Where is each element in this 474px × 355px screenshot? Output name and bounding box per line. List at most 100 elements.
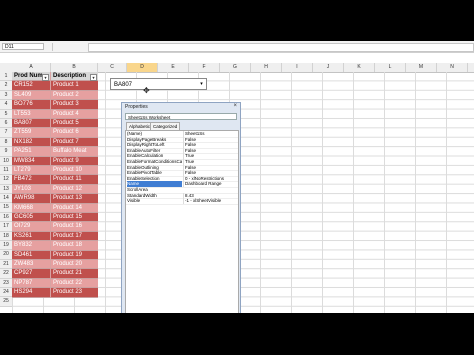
prod-num-cell[interactable]: BA807 bbox=[12, 119, 51, 129]
prod-num-cell[interactable]: MW834 bbox=[12, 156, 51, 166]
column-header-d[interactable]: D bbox=[127, 63, 158, 72]
prod-num-cell[interactable]: GC605 bbox=[12, 213, 51, 223]
description-cell[interactable]: Product 11 bbox=[51, 175, 98, 185]
prod-num-cell[interactable]: CR152 bbox=[12, 81, 51, 91]
row-header[interactable]: 4 bbox=[0, 100, 12, 110]
properties-grid[interactable]: (Name) Sheet1Ss DisplayPageBreaks False Disp… bbox=[125, 130, 239, 313]
column-header-i[interactable]: I bbox=[282, 63, 313, 72]
description-cell[interactable]: Product 13 bbox=[51, 194, 98, 204]
row-header[interactable]: 9 bbox=[0, 147, 12, 157]
prod-num-cell[interactable]: KM668 bbox=[12, 203, 51, 213]
row-header[interactable]: 15 bbox=[0, 203, 12, 213]
filter-dropdown-icon[interactable]: ▾ bbox=[90, 74, 97, 81]
row-header[interactable]: 22 bbox=[0, 269, 12, 279]
row-header[interactable]: 3 bbox=[0, 90, 12, 101]
prod-num-cell[interactable]: AWR98 bbox=[12, 194, 51, 204]
name-box[interactable]: D11 bbox=[2, 43, 44, 50]
prod-num-cell[interactable]: SL409 bbox=[12, 90, 51, 101]
filter-dropdown-icon[interactable]: ▾ bbox=[42, 74, 49, 81]
column-header-m[interactable]: M bbox=[406, 63, 437, 72]
row-header[interactable]: 24 bbox=[0, 287, 12, 298]
row-header[interactable]: 16 bbox=[0, 212, 12, 223]
description-cell[interactable]: Product 7 bbox=[51, 137, 98, 148]
description-cell[interactable]: Product 23 bbox=[51, 288, 98, 298]
prod-num-cell[interactable]: BY832 bbox=[12, 241, 51, 251]
close-icon[interactable]: × bbox=[233, 103, 237, 109]
column-header-a[interactable]: A bbox=[12, 63, 51, 72]
description-cell[interactable]: Product 15 bbox=[51, 213, 98, 223]
row-header[interactable]: 11 bbox=[0, 165, 12, 176]
row-header[interactable]: 5 bbox=[0, 109, 12, 119]
column-header-l[interactable]: L bbox=[375, 63, 406, 72]
row-header[interactable]: 21 bbox=[0, 259, 12, 270]
table-header-cell[interactable]: Prod Num ▾ bbox=[12, 72, 51, 82]
prod-num-cell[interactable]: PA251 bbox=[12, 147, 51, 157]
prod-num-cell[interactable]: JY103 bbox=[12, 184, 51, 195]
column-header-k[interactable]: K bbox=[344, 63, 375, 72]
description-cell[interactable]: Product 10 bbox=[51, 166, 98, 176]
object-selector[interactable]: Sheet1Ss Worksheet bbox=[125, 113, 237, 120]
column-header-e[interactable]: E bbox=[158, 63, 189, 72]
row-header[interactable]: 12 bbox=[0, 175, 12, 185]
column-header-b[interactable]: B bbox=[51, 63, 98, 72]
prod-num-cell[interactable]: NP787 bbox=[12, 278, 51, 289]
property-value[interactable]: -1 - xlSheetVisible bbox=[183, 198, 239, 204]
row-header[interactable]: 17 bbox=[0, 222, 12, 232]
prod-num-cell[interactable]: ZW483 bbox=[12, 260, 51, 270]
prod-num-cell[interactable]: LT553 bbox=[12, 109, 51, 119]
description-cell[interactable]: Buffalo Meat bbox=[51, 147, 98, 157]
description-cell[interactable]: Product 14 bbox=[51, 203, 98, 213]
description-cell[interactable]: Product 18 bbox=[51, 241, 98, 251]
row-header[interactable]: 8 bbox=[0, 137, 12, 148]
prod-num-cell[interactable]: HS294 bbox=[12, 288, 51, 298]
description-cell[interactable]: Product 4 bbox=[51, 109, 98, 119]
row-header[interactable]: 14 bbox=[0, 194, 12, 204]
row-header[interactable]: 1 bbox=[0, 72, 12, 82]
prod-num-cell[interactable]: OI729 bbox=[12, 222, 51, 232]
product-dropdown[interactable]: BA807 ▾ bbox=[110, 78, 207, 90]
description-cell[interactable]: Product 19 bbox=[51, 250, 98, 260]
prod-num-cell[interactable]: FB472 bbox=[12, 175, 51, 185]
description-cell[interactable]: Product 3 bbox=[51, 100, 98, 110]
prod-num-cell[interactable]: LT279 bbox=[12, 166, 51, 176]
chevron-down-icon[interactable]: ▾ bbox=[198, 80, 205, 88]
prod-num-cell[interactable]: SD461 bbox=[12, 250, 51, 260]
prod-num-cell[interactable]: KS261 bbox=[12, 231, 51, 242]
description-cell[interactable]: Product 17 bbox=[51, 231, 98, 242]
column-header-j[interactable]: J bbox=[313, 63, 344, 72]
row-header[interactable]: 13 bbox=[0, 184, 12, 195]
column-header-g[interactable]: G bbox=[220, 63, 251, 72]
description-cell[interactable]: Product 1 bbox=[51, 81, 98, 91]
description-cell[interactable]: Product 16 bbox=[51, 222, 98, 232]
row-header[interactable]: 19 bbox=[0, 241, 12, 251]
property-row[interactable]: Visible -1 - xlSheetVisible bbox=[126, 198, 238, 205]
table-header-cell[interactable]: Description ▾ bbox=[51, 72, 98, 82]
row-header[interactable]: 25 bbox=[0, 297, 12, 307]
description-cell[interactable]: Product 21 bbox=[51, 269, 98, 279]
formula-input[interactable] bbox=[88, 43, 474, 52]
description-cell[interactable]: Product 20 bbox=[51, 260, 98, 270]
column-header-h[interactable]: H bbox=[251, 63, 282, 72]
row-header[interactable]: 10 bbox=[0, 156, 12, 166]
column-header-f[interactable]: F bbox=[189, 63, 220, 72]
description-cell[interactable]: Product 2 bbox=[51, 90, 98, 101]
column-header-c[interactable]: C bbox=[98, 63, 127, 72]
description-cell[interactable]: Product 6 bbox=[51, 128, 98, 138]
description-cell[interactable]: Product 12 bbox=[51, 184, 98, 195]
row-header[interactable]: 2 bbox=[0, 81, 12, 91]
description-cell[interactable]: Product 22 bbox=[51, 278, 98, 289]
prod-num-cell[interactable]: BO776 bbox=[12, 100, 51, 110]
row-header[interactable]: 20 bbox=[0, 250, 12, 260]
prod-num-cell[interactable]: ZT559 bbox=[12, 128, 51, 138]
column-header-n[interactable]: N bbox=[437, 63, 468, 72]
prod-num-cell[interactable]: NX182 bbox=[12, 137, 51, 148]
row-header[interactable]: 18 bbox=[0, 231, 12, 242]
description-cell[interactable]: Product 5 bbox=[51, 119, 98, 129]
row-header[interactable]: 7 bbox=[0, 128, 12, 138]
tab-categorized[interactable]: Categorized bbox=[150, 122, 181, 130]
description-cell[interactable]: Product 9 bbox=[51, 156, 98, 166]
row-header[interactable]: 23 bbox=[0, 278, 12, 288]
row-header[interactable]: 6 bbox=[0, 118, 12, 129]
tab-alphabetic[interactable]: Alphabetic bbox=[126, 122, 154, 130]
prod-num-cell[interactable]: CP927 bbox=[12, 269, 51, 279]
